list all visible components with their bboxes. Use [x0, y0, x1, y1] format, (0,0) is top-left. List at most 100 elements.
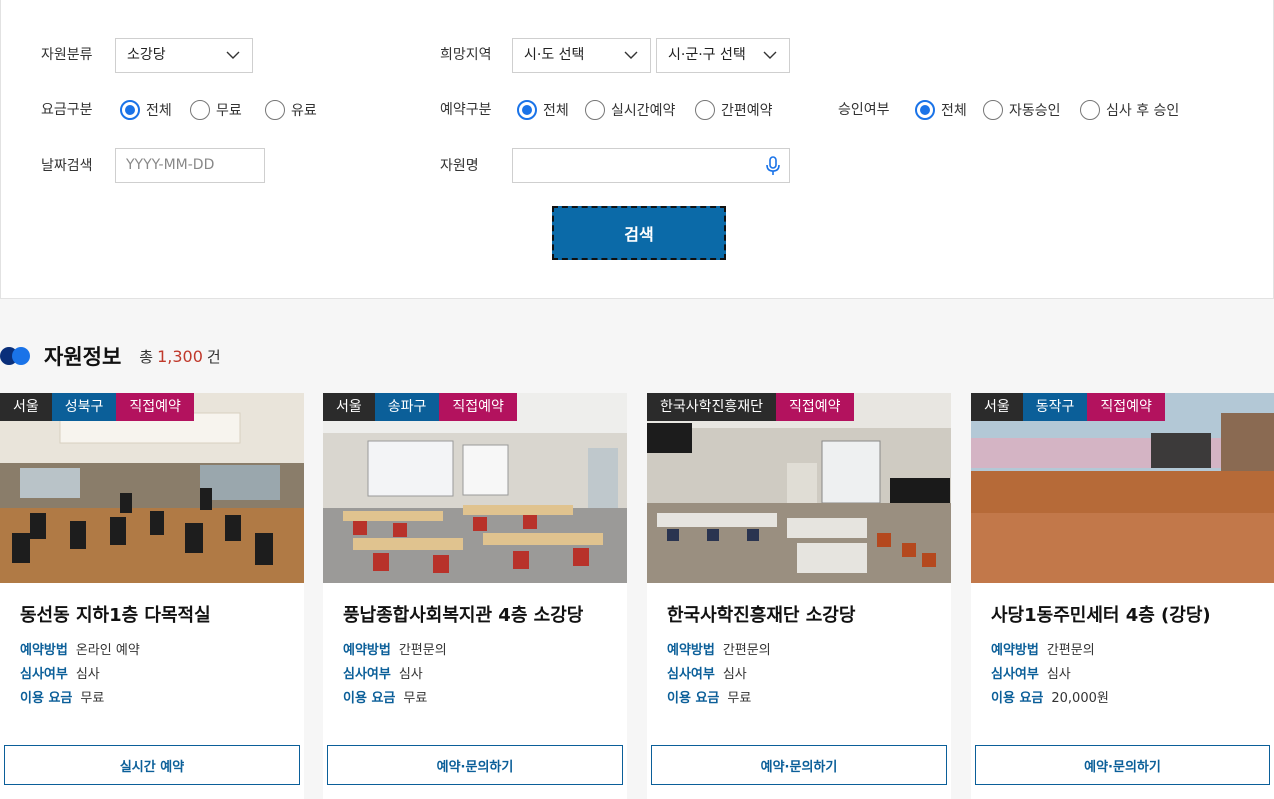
card-title[interactable]: 사당1동주민세터 4층 (강당): [991, 601, 1211, 627]
method-value: 간편문의: [722, 643, 771, 658]
radio-checked[interactable]: [517, 100, 537, 120]
chevron-down-icon: [763, 51, 777, 59]
approval-radio-review[interactable]: 심사 후 승인: [1080, 99, 1179, 121]
radio-unchecked[interactable]: [585, 100, 605, 120]
total-count: 1,300: [157, 346, 203, 366]
review-value: 심사: [75, 667, 100, 682]
tag-district: 송파구: [374, 393, 440, 421]
review-key: 심사여부: [20, 667, 68, 682]
resource-card[interactable]: 한국사학진흥재단 직접예약 한국사학진흥재단 소강당 예약방법 간편문의 심사여부…: [647, 393, 951, 799]
card-method: 예약방법 간편문의: [343, 639, 447, 658]
approval-option-review: 심사 후 승인: [1106, 103, 1180, 119]
search-panel: 자원분류 소강당 희망지역 시·도 선택 시·군·구 선택 요금구분 전체 무료…: [0, 0, 1274, 299]
reservation-label: 예약구분: [440, 102, 492, 118]
radio-checked[interactable]: [915, 100, 935, 120]
resource-card[interactable]: 서울 송파구 직접예약 풍납종합사회복지관 4층 소강당 예약방법 간편문의 심사…: [323, 393, 627, 799]
method-key: 예약방법: [991, 643, 1039, 658]
fee-key: 이용 요금: [667, 691, 720, 706]
card-method: 예약방법 간편문의: [991, 639, 1095, 658]
fee-option-paid: 유료: [291, 103, 317, 119]
tag-reservation-type: 직접예약: [116, 393, 194, 421]
approval-radio-auto[interactable]: 자동승인: [983, 99, 1061, 121]
radio-unchecked[interactable]: [695, 100, 715, 120]
region-label: 희망지역: [440, 47, 492, 63]
card-title[interactable]: 한국사학진흥재단 소강당: [667, 601, 855, 627]
sigungu-select[interactable]: 시·군·구 선택: [656, 38, 790, 73]
resource-card[interactable]: 서울 동작구 직접예약 사당1동주민세터 4층 (강당) 예약방법 간편문의 심사…: [971, 393, 1274, 799]
fee-value: 무료: [80, 691, 105, 706]
fee-value: 무료: [727, 691, 752, 706]
review-value: 심사: [398, 667, 423, 682]
results-title: 자원정보: [44, 345, 122, 369]
total-prefix: 총: [139, 347, 154, 366]
radio-checked[interactable]: [120, 100, 140, 120]
fee-option-all: 전체: [146, 103, 172, 119]
card-fee: 이용 요금 무료: [20, 687, 104, 706]
approval-radio-all[interactable]: 전체: [915, 99, 967, 121]
fee-key: 이용 요금: [991, 691, 1044, 706]
fee-radio-free[interactable]: 무료: [190, 99, 242, 121]
tag-district: 동작구: [1022, 393, 1088, 421]
card-title[interactable]: 풍납종합사회복지관 4층 소강당: [343, 601, 583, 627]
card-review: 심사여부 심사: [667, 663, 747, 682]
search-button[interactable]: 검색: [552, 206, 726, 260]
reservation-option-all: 전체: [543, 103, 569, 119]
reservation-radio-all[interactable]: 전체: [517, 99, 569, 121]
resource-photo[interactable]: [971, 393, 1274, 583]
fee-radio-paid[interactable]: 유료: [265, 99, 317, 121]
review-key: 심사여부: [667, 667, 715, 682]
fee-radio-all[interactable]: 전체: [120, 99, 172, 121]
card-method: 예약방법 온라인 예약: [20, 639, 140, 658]
reservation-radio-realtime[interactable]: 실시간예약: [585, 99, 675, 121]
fee-option-free: 무료: [216, 103, 242, 119]
resource-type-label: 자원분류: [41, 47, 93, 63]
method-key: 예약방법: [20, 643, 68, 658]
reserve-inquiry-button[interactable]: 예약·문의하기: [975, 745, 1270, 785]
resource-photo[interactable]: [323, 393, 627, 583]
reservation-radio-simple[interactable]: 간편예약: [695, 99, 773, 121]
resource-card[interactable]: 서울 성북구 직접예약 동선동 지하1층 다목적실 예약방법 온라인 예약 심사여…: [0, 393, 304, 799]
approval-label: 승인여부: [838, 102, 890, 118]
method-key: 예약방법: [667, 643, 715, 658]
section-dots-icon: [0, 346, 34, 366]
reservation-option-realtime: 실시간예약: [611, 103, 676, 119]
method-value: 간편문의: [398, 643, 447, 658]
tag-reservation-type: 직접예약: [439, 393, 517, 421]
realtime-reserve-button[interactable]: 실시간 예약: [4, 745, 300, 785]
card-review: 심사여부 심사: [20, 663, 100, 682]
radio-unchecked[interactable]: [983, 100, 1003, 120]
review-key: 심사여부: [343, 667, 391, 682]
tag-region: 서울: [0, 393, 52, 421]
sido-select[interactable]: 시·도 선택: [512, 38, 651, 73]
reserve-inquiry-button[interactable]: 예약·문의하기: [327, 745, 623, 785]
reserve-inquiry-button[interactable]: 예약·문의하기: [651, 745, 947, 785]
tag-organization: 한국사학진흥재단: [647, 393, 777, 421]
microphone-icon[interactable]: [765, 156, 781, 176]
tag-reservation-type: 직접예약: [776, 393, 854, 421]
resource-name-input[interactable]: [512, 148, 790, 183]
resource-type-value: 소강당: [127, 47, 166, 63]
card-tags: 서울 성북구 직접예약: [0, 393, 194, 421]
date-placeholder: YYYY-MM-DD: [126, 157, 215, 173]
resource-type-select[interactable]: 소강당: [115, 38, 253, 73]
card-tags: 서울 송파구 직접예약: [323, 393, 517, 421]
resource-photo[interactable]: [647, 393, 951, 583]
card-fee: 이용 요금 무료: [667, 687, 751, 706]
card-title[interactable]: 동선동 지하1층 다목적실: [20, 601, 211, 627]
card-review: 심사여부 심사: [343, 663, 423, 682]
method-value: 온라인 예약: [75, 643, 140, 658]
radio-unchecked[interactable]: [1080, 100, 1100, 120]
date-input[interactable]: YYYY-MM-DD: [115, 148, 265, 183]
reservation-option-simple: 간편예약: [721, 103, 773, 119]
resource-photo[interactable]: [0, 393, 304, 583]
sido-value: 시·도 선택: [524, 47, 585, 63]
chevron-down-icon: [624, 51, 638, 59]
review-key: 심사여부: [991, 667, 1039, 682]
radio-unchecked[interactable]: [265, 100, 285, 120]
card-tags: 서울 동작구 직접예약: [971, 393, 1165, 421]
fee-value: 무료: [403, 691, 428, 706]
card-fee: 이용 요금 20,000원: [991, 687, 1109, 706]
radio-unchecked[interactable]: [190, 100, 210, 120]
date-label: 날짜검색: [41, 158, 93, 174]
review-value: 심사: [1046, 667, 1071, 682]
